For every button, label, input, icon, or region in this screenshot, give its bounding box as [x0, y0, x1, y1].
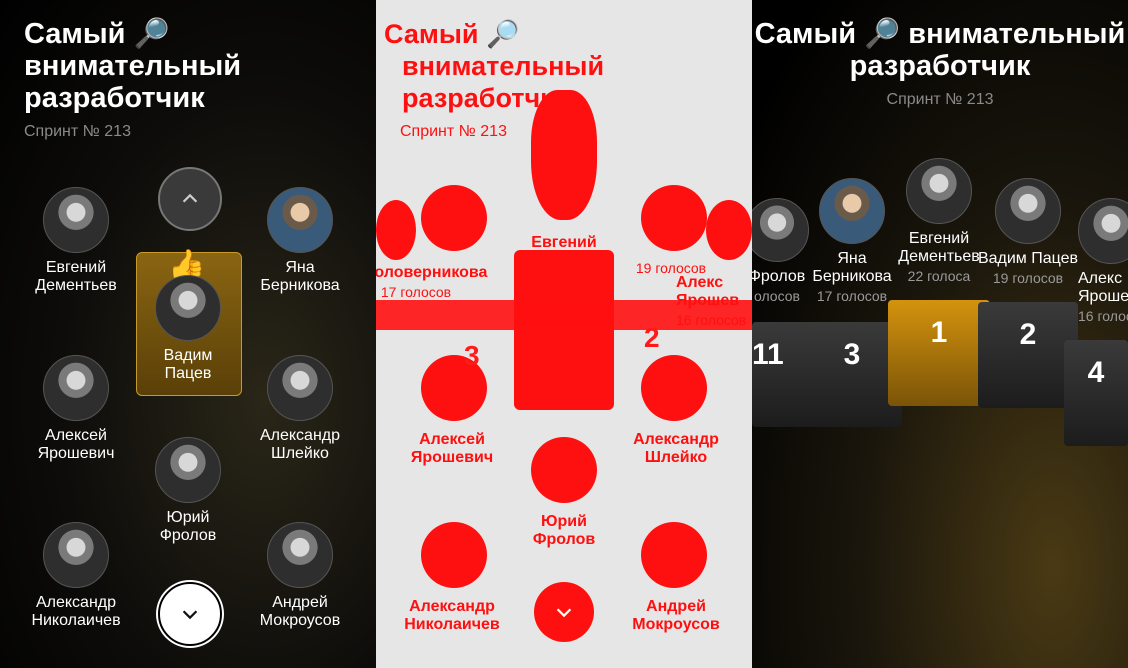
results-podium-screen: Самый 🔎 внимательный разработчик Спринт …	[752, 0, 1128, 668]
avatar	[267, 355, 333, 421]
avatar	[43, 522, 109, 588]
podium-place-2: 2	[978, 302, 1078, 408]
person-card[interactable]: Яна Берникова	[235, 187, 365, 295]
person-label: Юрий Фролов	[532, 513, 596, 548]
diff-blob	[706, 200, 752, 260]
podium-number: 3	[464, 340, 480, 371]
diff-blob	[531, 90, 597, 220]
diff-block	[514, 250, 614, 410]
sprint-label: Спринт № 213	[24, 123, 131, 140]
person-label: Александр Николаичев	[404, 598, 500, 633]
diff-blob	[641, 522, 707, 588]
chevron-down-icon	[556, 608, 572, 618]
person-label: Андрей Мокроусов	[632, 598, 720, 633]
podium-place-3: 3	[802, 322, 902, 427]
person-label: Алекс Ярошев 16 голосов	[676, 274, 747, 328]
avatar	[995, 178, 1061, 244]
avatar	[267, 522, 333, 588]
voting-screen: Самый 🔎 внимательный разработчик Спринт …	[0, 0, 376, 668]
person-label: Фроловерникова 17 голосов	[376, 264, 488, 300]
podium-number: 2	[644, 322, 660, 353]
podium-person[interactable]: Алекс Яроше 16 голос	[1078, 198, 1128, 324]
person-card[interactable]: Александр Николаичев	[11, 522, 141, 630]
chevron-up-icon	[182, 193, 198, 203]
person-card-selected[interactable]: Вадим Пацев	[123, 275, 253, 383]
diff-blob	[421, 522, 487, 588]
diff-blob	[531, 437, 597, 503]
person-label: Алексей Ярошевич	[410, 431, 494, 466]
person-label: Александр Шлейко	[633, 431, 719, 466]
person-card[interactable]: Александр Шлейко	[235, 355, 365, 463]
podium-place-1: 1	[888, 300, 990, 406]
person-label: Евгений	[531, 234, 597, 251]
avatar	[155, 437, 221, 503]
podium-person[interactable]: Вадим Пацев 19 голосов	[963, 178, 1093, 286]
diff-blob	[376, 200, 416, 260]
diff-blob	[421, 185, 487, 251]
person-card[interactable]: Юрий Фролов	[123, 437, 253, 545]
avatar	[155, 275, 221, 341]
diff-blob	[641, 185, 707, 251]
avatar	[1078, 198, 1128, 264]
chevron-down-icon	[182, 610, 198, 620]
person-card[interactable]: Евгений Дементьев	[11, 187, 141, 295]
sprint-label: Спринт № 213	[886, 91, 994, 108]
scroll-down-button[interactable]	[534, 582, 594, 642]
avatar	[43, 355, 109, 421]
person-card[interactable]: Андрей Мокроусов	[235, 522, 365, 630]
person-card[interactable]: Алексей Ярошевич	[11, 355, 141, 463]
scroll-down-button[interactable]	[158, 582, 222, 646]
avatar	[43, 187, 109, 253]
diff-blob	[641, 355, 707, 421]
page-title: Самый 🔎 внимательный разработчик	[24, 18, 242, 114]
podium-place-4: 4	[1064, 340, 1128, 446]
page-title: Самый 🔎 внимательный разработчик	[754, 18, 1126, 82]
diff-overlay-screen: Самый 🔎 внимательный разработчик Спринт …	[376, 0, 752, 668]
avatar	[267, 187, 333, 253]
scroll-up-button[interactable]	[158, 167, 222, 231]
sprint-label: Спринт № 213	[400, 123, 507, 140]
